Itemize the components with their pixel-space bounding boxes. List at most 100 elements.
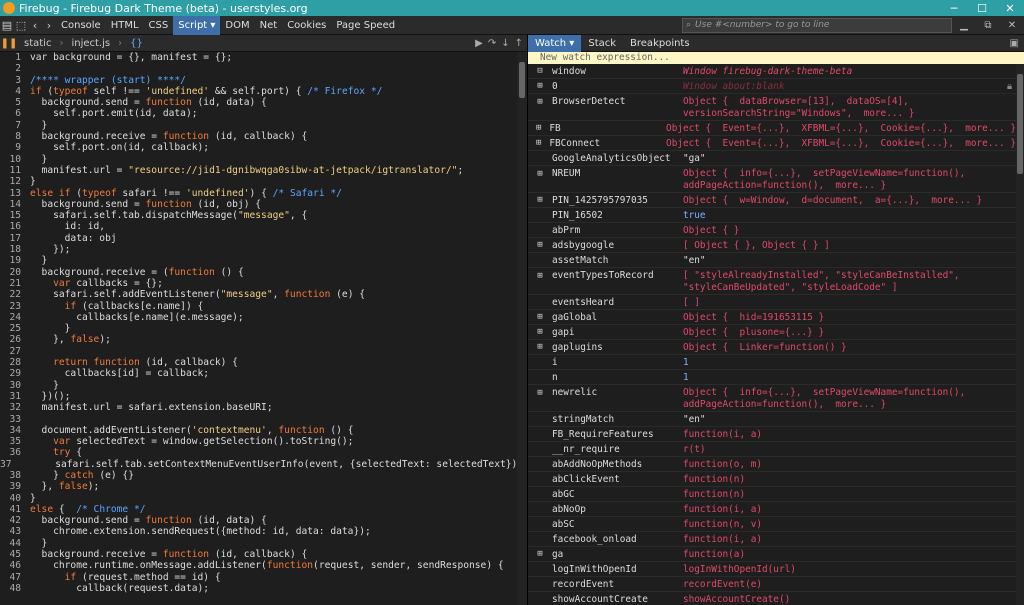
watch-scroll-thumb[interactable] [1017,74,1023,174]
watch-row[interactable]: FB_RequireFeatures function(i, a) [528,427,1016,442]
expand-icon[interactable]: ⊞ [528,168,552,192]
expand-icon[interactable]: ⊞ [528,270,552,294]
line-number[interactable]: 4 [0,86,30,97]
search-input[interactable]: ⌕ Use #<number> to go to line [682,17,952,33]
side-tab-breakpoints[interactable]: Breakpoints [623,35,697,52]
line-number[interactable]: 36 [0,447,30,458]
step-into-icon[interactable]: ↓ [501,38,509,49]
minimize-firebug-button[interactable]: ▁ [952,20,976,31]
breadcrumb-file[interactable]: inject.js [65,38,116,49]
watch-row[interactable]: abSC function(n, v) [528,517,1016,532]
line-number[interactable]: 16 [0,221,30,232]
watch-row[interactable]: ⊞ NREUM Object { info={...}, setPageViewNa… [528,166,1016,193]
line-number[interactable]: 33 [0,414,30,425]
line-number[interactable]: 35 [0,436,30,447]
line-number[interactable]: 5 [0,97,30,108]
watch-row[interactable]: ⊞ gapi Object { plusone={...} } [528,325,1016,340]
line-number[interactable]: 15 [0,210,30,221]
watch-value[interactable]: Object { info={...}, setPageViewName=fun… [683,387,1016,411]
line-number[interactable]: 29 [0,368,30,379]
line-number[interactable]: 38 [0,470,30,481]
watch-row[interactable]: logInWithOpenId logInWithOpenId(url) [528,562,1016,577]
close-button[interactable]: ✕ [996,2,1024,15]
watch-value[interactable]: Object { w=Window, d=document, a={...}, … [683,193,1016,207]
collapse-icon[interactable]: ⊟ [528,64,552,78]
line-number[interactable]: 23 [0,301,30,312]
line-number[interactable]: 1 [0,52,30,63]
tab-html[interactable]: HTML [106,16,144,35]
watch-value[interactable]: function(n, v) [683,517,1016,531]
watch-value[interactable]: showAccountCreate() [683,592,1016,605]
watch-row[interactable]: ⊟ window Window firebug-dark-theme-beta [528,64,1016,79]
watch-value[interactable]: [ "styleAlreadyInstalled", "styleCanBeIn… [683,270,1016,294]
line-number[interactable]: 24 [0,312,30,323]
watch-value[interactable]: r(t) [683,442,1016,456]
watch-row[interactable]: abClickEvent function(n) [528,472,1016,487]
side-tab-stack[interactable]: Stack [581,35,623,52]
watch-row[interactable]: GoogleAnalyticsObject "ga" [528,151,1016,166]
watch-row[interactable]: ⊞ BrowserDetect Object { dataBrowser=[13],… [528,94,1016,121]
watch-value[interactable]: Object { info={...}, setPageViewName=fun… [683,168,1016,192]
line-number[interactable]: 12 [0,176,30,187]
line-number[interactable]: 39 [0,481,30,492]
tab-page-speed[interactable]: Page Speed [331,16,400,35]
line-number[interactable]: 18 [0,244,30,255]
expand-icon[interactable]: ⊞ [528,96,552,120]
line-number[interactable]: 21 [0,278,30,289]
line-number[interactable]: 41 [0,504,30,515]
watch-value[interactable]: function(a) [683,547,1016,561]
close-firebug-button[interactable]: ✕ [1000,20,1024,31]
line-number[interactable]: 34 [0,425,30,436]
watch-value[interactable]: [ ] [683,295,1016,309]
watch-row[interactable]: facebook_onload function(i, a) [528,532,1016,547]
line-number[interactable]: 13 [0,188,30,199]
watch-value[interactable]: function(i, a) [683,532,1016,546]
watch-row[interactable]: abNoOp function(i, a) [528,502,1016,517]
watch-row[interactable]: recordEvent recordEvent(e) [528,577,1016,592]
tab-css[interactable]: CSS [144,16,174,35]
watch-value[interactable]: function(i, a) [683,427,1016,441]
watch-value[interactable]: "ga" [683,151,1016,165]
expand-icon[interactable]: ⊞ [528,387,552,411]
firebug-menu-icon[interactable]: ▤ [0,16,14,35]
expand-icon[interactable]: ⊞ [528,340,552,354]
line-number[interactable]: 9 [0,142,30,153]
line-number[interactable]: 14 [0,199,30,210]
expand-icon[interactable]: ⊞ [528,310,552,324]
watch-value[interactable]: Object { Event={...}, XFBML={...}, Cooki… [666,121,1016,135]
line-number[interactable]: 6 [0,108,30,119]
watch-row[interactable]: PIN_16502 true [528,208,1016,223]
watch-row[interactable]: assetMatch "en" [528,253,1016,268]
watch-row[interactable]: ⊞ PIN_1425795797035 Object { w=Window, d=d… [528,193,1016,208]
line-number[interactable]: 47 [0,572,30,583]
watch-row[interactable]: abAddNoOpMethods function(o, m) [528,457,1016,472]
line-number[interactable]: 43 [0,526,30,537]
line-number[interactable]: 27 [0,346,30,357]
watch-row[interactable]: showAccountCreate showAccountCreate() [528,592,1016,605]
tab-console[interactable]: Console [56,16,106,35]
watch-value[interactable]: function(o, m) [683,457,1016,471]
watch-expression-input[interactable]: New watch expression... [528,52,1024,64]
watch-value[interactable]: Object { hid=191653115 } [683,310,1016,324]
watch-row[interactable]: abGC function(n) [528,487,1016,502]
watch-value[interactable]: Object { plusone={...} } [683,325,1016,339]
line-number[interactable]: 42 [0,515,30,526]
breadcrumb-static[interactable]: static [18,38,57,49]
detach-firebug-button[interactable]: ⧉ [976,20,1000,31]
line-number[interactable]: 3 [0,75,30,86]
inspect-icon[interactable]: ⬚ [14,16,28,35]
watch-value[interactable]: 1 [683,370,1016,384]
source-scroll-thumb[interactable] [519,62,525,98]
line-number[interactable]: 44 [0,538,30,549]
expand-icon[interactable]: ⊞ [528,136,549,150]
expand-icon[interactable]: ⊞ [528,325,552,339]
line-number[interactable]: 28 [0,357,30,368]
watch-value[interactable]: Object { } [683,223,1016,237]
watch-value[interactable]: "en" [683,253,1016,267]
line-number[interactable]: 7 [0,120,30,131]
watch-value[interactable]: true [683,208,1016,222]
line-number[interactable]: 30 [0,380,30,391]
line-number[interactable]: 19 [0,255,30,266]
line-number[interactable]: 31 [0,391,30,402]
watch-row[interactable]: ⊞ FBConnect Object { Event={...}, XFBML={.… [528,136,1016,151]
